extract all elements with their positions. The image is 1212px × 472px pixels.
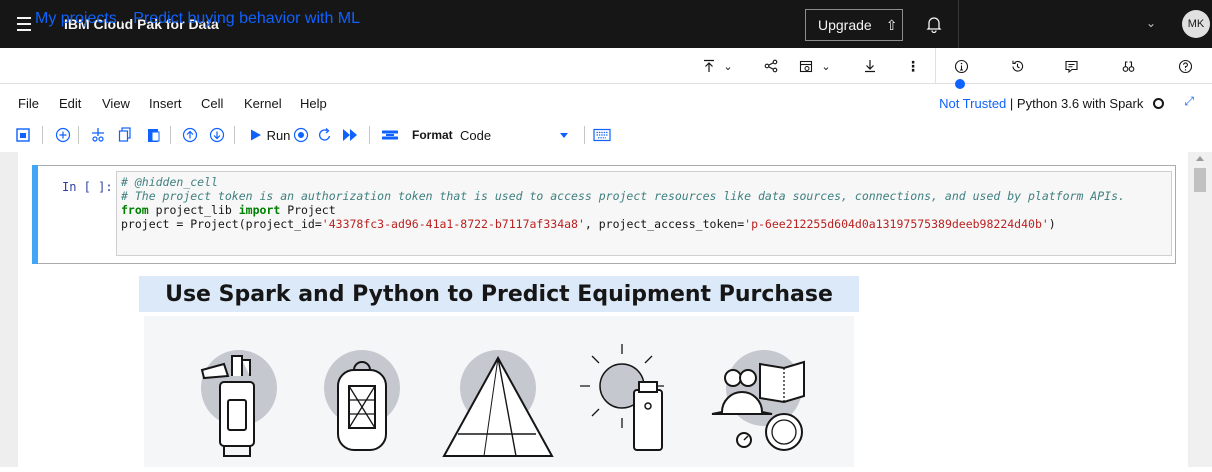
scrollbar-thumb[interactable]: [1194, 168, 1206, 192]
cell-format-value: Code: [460, 127, 492, 143]
kernel-status: Not Trusted | Python 3.6 with Spark: [939, 96, 1164, 111]
save-icon[interactable]: [12, 124, 34, 146]
menu-file[interactable]: File: [18, 96, 39, 111]
kernel-name[interactable]: Python 3.6 with Spark: [1017, 96, 1143, 111]
upgrade-label: Upgrade: [818, 17, 872, 33]
arrow-up-icon: ⇧: [885, 16, 898, 33]
format-label: Format: [412, 128, 453, 142]
move-down-icon[interactable]: [206, 124, 228, 146]
chevron-down-icon: ⌄: [1145, 16, 1156, 30]
code-line-3: from project_lib import Project: [121, 203, 1167, 217]
insert-cell-icon[interactable]: [52, 124, 74, 146]
breadcrumb-separator: /: [122, 10, 128, 27]
toolbar-divider: [584, 126, 585, 144]
scrollbar[interactable]: [1190, 152, 1212, 467]
notebook-menu-bar: File Edit View Insert Cell Kernel Help N…: [0, 90, 1212, 116]
restart-icon[interactable]: [314, 124, 336, 146]
toolbar-divider: [78, 126, 79, 144]
code-text: project_lib: [148, 203, 239, 217]
cell-format-select[interactable]: Code: [456, 124, 580, 146]
history-icon[interactable]: [1002, 48, 1032, 84]
breadcrumb: My projects / Predict buying behavior wi…: [35, 10, 626, 28]
menu-insert[interactable]: Insert: [149, 96, 182, 111]
download-icon[interactable]: [855, 48, 885, 84]
code-string: '43378fc3-ad96-41a1-8722-b7117af334a8': [321, 217, 585, 231]
menu-kernel[interactable]: Kernel: [244, 96, 282, 111]
run-button[interactable]: Run: [244, 124, 296, 146]
menu-view[interactable]: View: [102, 96, 130, 111]
divider: [935, 48, 936, 84]
tent-illustration: [442, 350, 554, 457]
kernel-idle-icon: [1153, 98, 1164, 109]
kernel-separator: |: [1009, 96, 1017, 111]
toolbar-divider: [170, 126, 171, 144]
move-up-icon[interactable]: [179, 124, 201, 146]
breadcrumb-separator: /: [366, 10, 371, 27]
notebook-toolbar: Run Format: [0, 120, 1212, 150]
scroll-up-icon[interactable]: [1196, 156, 1204, 161]
cell-type-icon[interactable]: [379, 124, 401, 146]
toolbar-divider: [234, 126, 235, 144]
caret-down-icon: [560, 133, 568, 138]
comment-icon[interactable]: [1056, 48, 1086, 84]
explorer-gear-illustration: [711, 350, 805, 451]
run-all-icon[interactable]: [339, 124, 361, 146]
code-line-2: # The project token is an authorization …: [121, 189, 1167, 203]
chevron-down-icon[interactable]: ⌄: [720, 48, 736, 84]
upgrade-button[interactable]: Upgrade ⇧: [805, 9, 903, 41]
breadcrumb-current: Use Spark and Python to Predict ...: [376, 10, 627, 27]
overflow-icon[interactable]: ⋮: [898, 48, 928, 84]
markdown-title: Use Spark and Python to Predict Equipmen…: [139, 276, 859, 312]
code-comment: # The project token is an authorization …: [121, 189, 1125, 203]
active-indicator: [955, 79, 965, 89]
cell-selection-bar: [32, 165, 38, 264]
schedule-icon[interactable]: [794, 48, 818, 84]
share-icon[interactable]: [756, 48, 786, 84]
code-text: ): [1048, 217, 1056, 231]
play-icon: [250, 129, 261, 141]
copy-icon[interactable]: [114, 124, 136, 146]
chevron-down-icon[interactable]: ⌄: [818, 48, 834, 84]
menu-help[interactable]: Help: [300, 96, 327, 111]
notification-icon[interactable]: [914, 0, 954, 48]
run-label: Run: [266, 127, 291, 143]
toolbar-divider: [369, 126, 370, 144]
account-name: Matej Kralj's Account: [975, 16, 1105, 32]
code-text: Project: [280, 203, 336, 217]
breadcrumb-project[interactable]: Predict buying behavior with ML: [133, 10, 360, 28]
cut-icon[interactable]: [87, 124, 109, 146]
keyboard-icon[interactable]: [590, 124, 614, 146]
toolbar-divider: [42, 126, 43, 144]
stop-icon[interactable]: [290, 124, 312, 146]
paste-icon[interactable]: [143, 124, 165, 146]
menu-cell[interactable]: Cell: [201, 96, 223, 111]
find-icon[interactable]: [1113, 48, 1143, 84]
golf-bag-illustration: [200, 350, 277, 457]
code-keyword: from: [121, 203, 149, 217]
avatar[interactable]: MK: [1182, 10, 1210, 38]
code-comment: # @hidden_cell: [121, 175, 218, 189]
code-text: project = Project(project_id=: [121, 217, 322, 231]
breadcrumb-my-projects[interactable]: My projects: [35, 10, 117, 28]
cell-prompt: In [ ]:: [62, 180, 113, 194]
menu-edit[interactable]: Edit: [59, 96, 81, 111]
code-line-1: # @hidden_cell: [121, 175, 1167, 189]
account-switcher[interactable]: Matej Kralj's Account ⌄: [958, 0, 1172, 48]
equipment-banner-image: [144, 316, 854, 467]
help-icon[interactable]: [1170, 48, 1200, 84]
backpack-illustration: [324, 350, 400, 451]
code-keyword: import: [238, 203, 281, 217]
sun-lantern-illustration: [580, 344, 664, 451]
upload-icon[interactable]: [698, 48, 720, 84]
code-line-4: project = Project(project_id='43378fc3-a…: [121, 217, 1167, 231]
code-text: , project_access_token=: [584, 217, 745, 231]
code-string: 'p-6ee212255d604d0a13197575389deeb98224d…: [744, 217, 1049, 231]
code-editor[interactable]: # @hidden_cell # The project token is an …: [116, 171, 1172, 256]
trust-status[interactable]: Not Trusted: [939, 96, 1006, 111]
expand-icon[interactable]: ⤢: [1184, 94, 1194, 109]
